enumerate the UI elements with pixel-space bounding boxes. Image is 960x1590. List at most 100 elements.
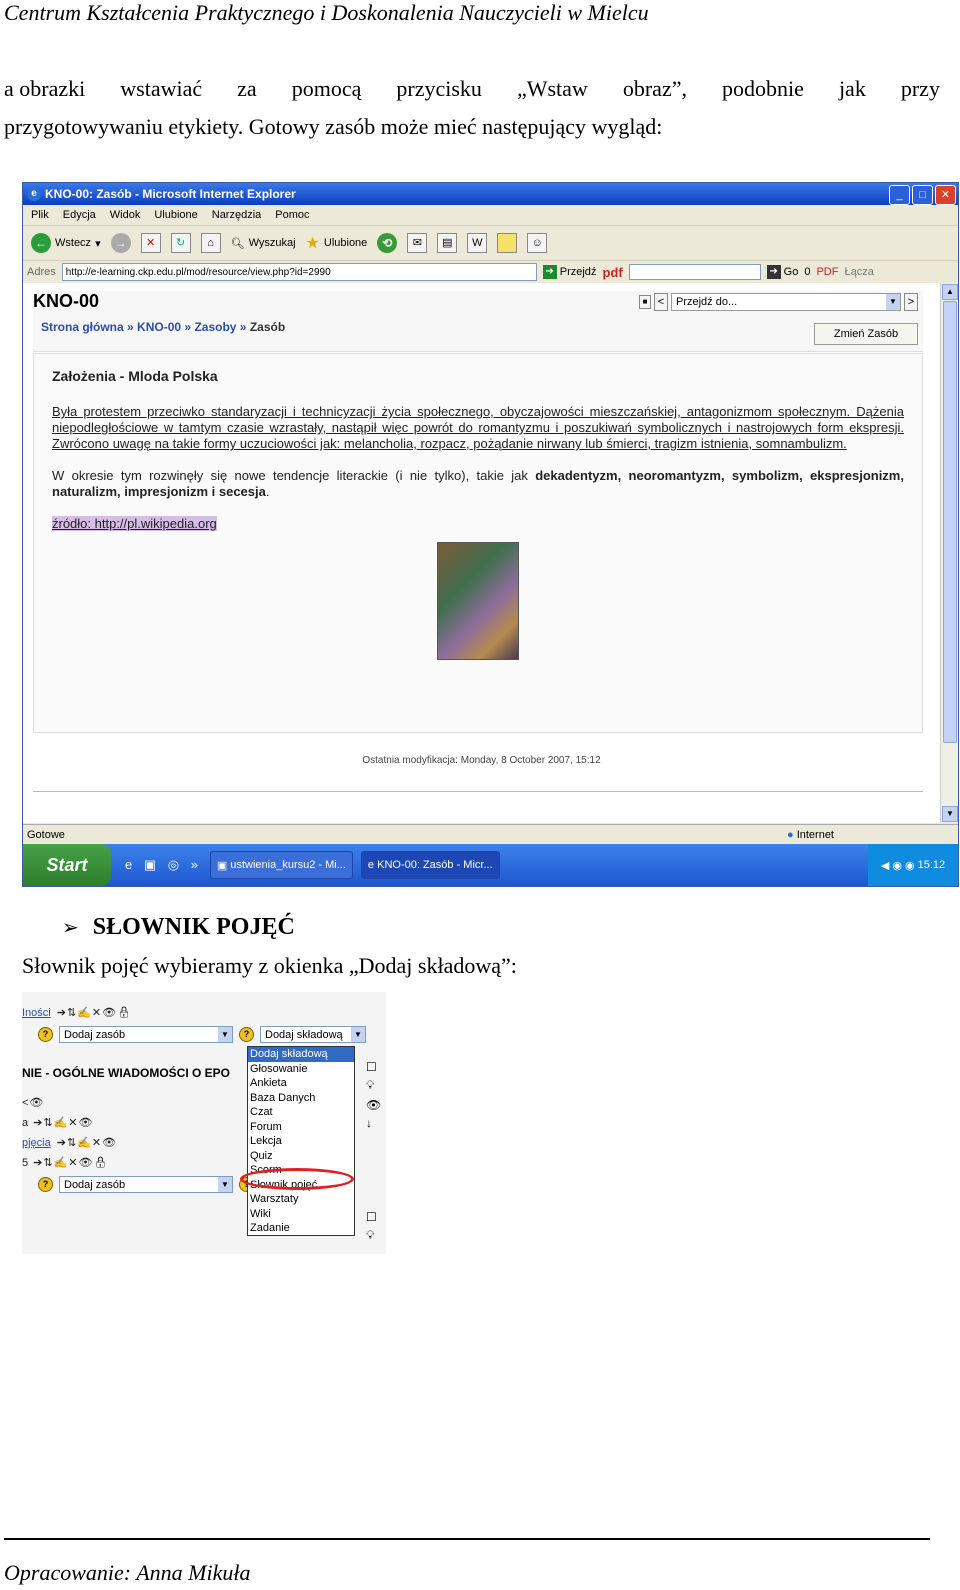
dropdown-option[interactable]: Wiki (248, 1207, 354, 1222)
maximize-icon[interactable]: □ (912, 185, 933, 205)
menu-item[interactable]: Plik (31, 209, 49, 221)
status-bar: Gotowe ● Internet (23, 824, 958, 844)
move-hide-icon[interactable]: <👁︎ (22, 1096, 44, 1109)
vertical-scrollbar[interactable]: ▲ ▼ (940, 283, 958, 823)
messenger-icon[interactable]: ☺ (527, 233, 548, 253)
history-icon[interactable]: ⟲ (377, 233, 398, 253)
tray-icons[interactable]: ◀ ◉ ◉ (881, 859, 918, 872)
activity-link[interactable]: pjęcia (22, 1137, 51, 1149)
start-button[interactable]: Start (23, 844, 111, 886)
dropdown-option[interactable]: Ankieta (248, 1076, 354, 1091)
breadcrumb-link[interactable]: Zasoby (194, 320, 236, 334)
word: wstawiać (120, 76, 203, 101)
dropdown-option[interactable]: Baza Danych (248, 1091, 354, 1106)
edit-icon[interactable]: W (467, 233, 488, 253)
pdf-toolbar-button[interactable]: pdf (602, 265, 622, 280)
dropdown-option[interactable]: Warsztaty (248, 1192, 354, 1207)
toolbar-search-input[interactable] (628, 264, 761, 280)
lightbulb-icon[interactable]: 💡︎ (366, 1228, 374, 1243)
section-heading: ➢ SŁOWNIK POJĘĆ (62, 914, 295, 941)
refresh-icon[interactable]: ↻ (170, 233, 191, 253)
scroll-down-icon[interactable]: ▼ (942, 806, 958, 822)
add-resource-select[interactable]: Dodaj zasób ▼ (59, 1026, 233, 1043)
address-url: http://e-learning.ckp.edu.pl/mod/resourc… (65, 266, 331, 278)
section-link[interactable]: Iności (22, 1007, 51, 1019)
star-icon: ★ (305, 235, 320, 252)
address-bar: Adres http://e-learning.ckp.edu.pl/mod/r… (23, 261, 958, 284)
go-button[interactable]: ➔ Przejdź (542, 265, 597, 279)
help-icon[interactable]: ? (239, 1027, 254, 1042)
ie-screenshot: e KNO-00: Zasób - Microsoft Internet Exp… (22, 182, 959, 887)
address-label: Adres (27, 266, 56, 278)
edit-tools-icon[interactable]: ➔⇅✍✕👁︎🔒︎ (57, 1006, 132, 1019)
taskbar-item-active[interactable]: e KNO-00: Zasób - Micr... (360, 851, 500, 879)
next-arrow-icon[interactable]: > (904, 293, 918, 311)
add-row: ? Dodaj zasób ▼ ? Dodaj składową ▼ (38, 1026, 366, 1043)
edit-tools-icon[interactable]: 5 ➔⇅✍✕👁︎🔒︎ (22, 1156, 108, 1169)
edit-tools-icon[interactable]: ➔⇅✍✕👁︎ (57, 1136, 117, 1149)
dropdown-option[interactable]: Czat (248, 1105, 354, 1120)
help-icon[interactable]: ? (38, 1027, 53, 1042)
eye-icon[interactable]: 👁︎ (366, 1098, 381, 1112)
page-footer: Opracowanie: Anna Mikuła (4, 1560, 251, 1585)
scroll-up-icon[interactable]: ▲ (942, 284, 958, 300)
globe-icon: ● (786, 828, 794, 841)
links-label[interactable]: Łącza (844, 266, 873, 278)
dropdown-option[interactable]: Zadanie (248, 1221, 354, 1236)
quicklaunch-icons[interactable]: e ▣ ◎ » (125, 857, 202, 873)
forward-arrow-icon[interactable]: → (110, 233, 131, 253)
menu-item[interactable]: Narzędzia (212, 209, 262, 221)
mail-icon[interactable]: ✉ (407, 233, 428, 253)
favorites-label: Ulubione (323, 237, 368, 249)
menu-item[interactable]: Pomoc (275, 209, 309, 221)
menu-item[interactable]: Widok (110, 209, 141, 221)
dropdown-option[interactable]: Quiz (248, 1149, 354, 1164)
address-input[interactable]: http://e-learning.ckp.edu.pl/mod/resourc… (61, 263, 537, 281)
scroll-thumb[interactable] (943, 301, 957, 743)
add-resource-select-2[interactable]: Dodaj zasób ▼ (59, 1176, 233, 1193)
task-label: ustwienia_kursu2 - Mi... (230, 859, 346, 871)
dropdown-option[interactable]: Dodaj składową (248, 1047, 354, 1062)
edit-tools-icon[interactable]: a ➔⇅✍✕👁︎ (22, 1116, 94, 1129)
dropdown-option[interactable]: Forum (248, 1120, 354, 1135)
edit-resource-button[interactable]: Zmień Zasób (814, 323, 918, 345)
dropdown-option[interactable]: Głosowanie (248, 1062, 354, 1077)
intro-paragraph: a obrazki wstawiać za pomocą przycisku „… (4, 70, 940, 146)
ie-logo-icon: e (27, 187, 41, 201)
checkbox-icon[interactable]: ☐ (366, 1210, 377, 1224)
arrow-down-icon[interactable]: ↓ (366, 1116, 372, 1130)
go2-button[interactable]: ➔ Go (766, 265, 798, 279)
add-row-2: ? Dodaj zasób ▼ ? (38, 1176, 254, 1193)
minimize-icon[interactable]: _ (889, 185, 910, 205)
back-label: Wstecz (55, 237, 92, 249)
print-icon[interactable]: ▤ (437, 233, 458, 253)
menu-item[interactable]: Edycja (63, 209, 96, 221)
dropdown-option[interactable]: Lekcja (248, 1134, 354, 1149)
source-link[interactable]: źródło: http://pl.wikipedia.org (52, 516, 217, 531)
jump-select-value: Przejdź do... (676, 296, 738, 308)
menu-item[interactable]: Ulubione (154, 209, 197, 221)
top-row: Iności ➔⇅✍✕👁︎🔒︎ (22, 1006, 132, 1020)
menu-bar: Plik Edycja Widok Ulubione Narzędzia Pom… (23, 205, 958, 226)
checkbox-icon[interactable]: ☐ (366, 1060, 377, 1074)
task-label: KNO-00: Zasób - Micr... (377, 859, 493, 871)
favorites-button[interactable]: ★ Ulubione (306, 233, 368, 253)
breadcrumb-link[interactable]: Strona główna (41, 320, 124, 334)
browser-toolbar: ← Wstecz ▾ → ✕ ↻ ⌂ 🔍︎ Wyszukaj ★ Ulubion… (23, 226, 958, 261)
search-button[interactable]: 🔍︎ Wyszukaj (231, 237, 296, 250)
stop-icon[interactable]: ✕ (140, 233, 161, 253)
breadcrumb-link[interactable]: KNO-00 (137, 320, 181, 334)
red-highlight-ellipse (240, 1168, 354, 1190)
notes-icon[interactable] (497, 233, 518, 253)
home-icon[interactable]: ⌂ (200, 233, 221, 253)
prev-arrow-icon[interactable]: < (654, 293, 668, 311)
taskbar-item[interactable]: ▣ ustwienia_kursu2 - Mi... (209, 851, 353, 879)
add-activity-select[interactable]: Dodaj składową ▼ (260, 1026, 366, 1043)
close-icon[interactable]: ✕ (935, 185, 956, 205)
jump-select[interactable]: Przejdź do... ▼ (671, 293, 901, 311)
go-label: Przejdź (559, 266, 597, 278)
lightbulb-icon[interactable]: 💡︎ (366, 1078, 374, 1093)
back-button[interactable]: ← Wstecz ▾ (31, 233, 101, 253)
pdf2-button[interactable]: PDF (816, 266, 838, 278)
help-icon[interactable]: ? (38, 1177, 53, 1192)
